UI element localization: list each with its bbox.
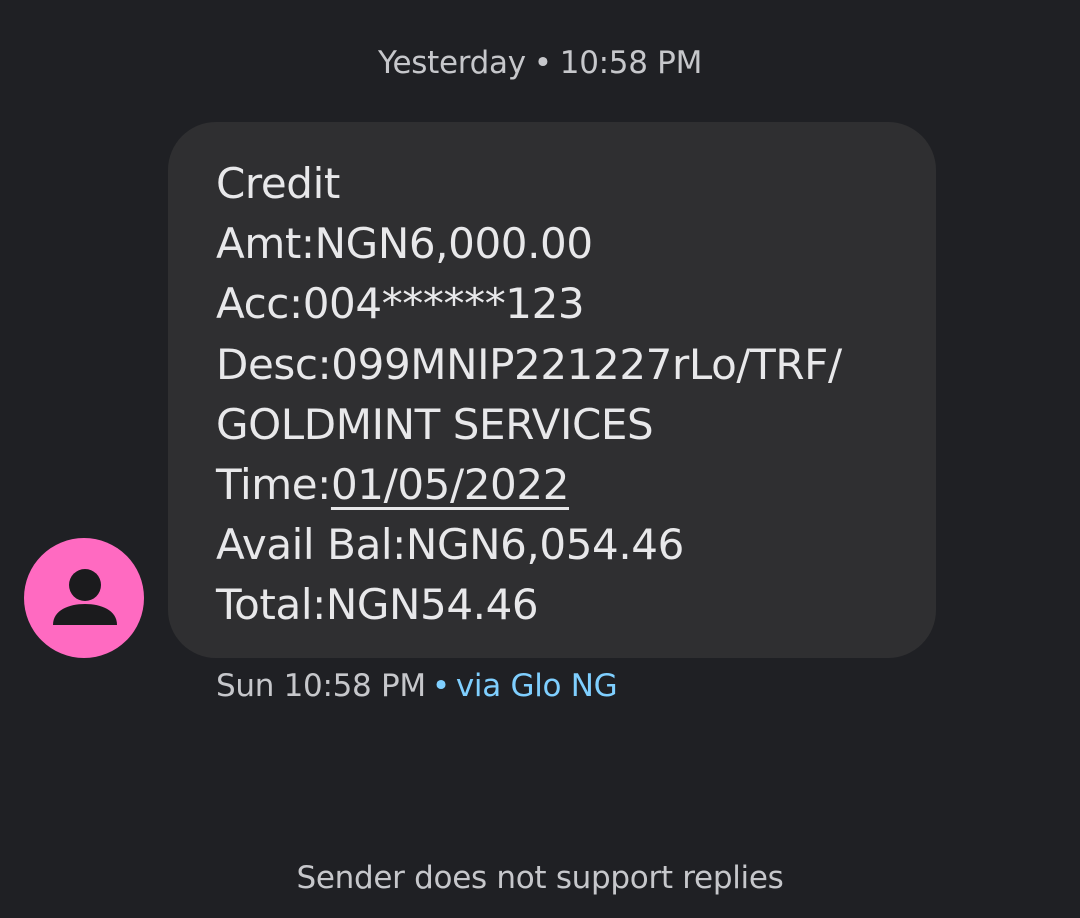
time-label: Time: xyxy=(216,460,331,510)
date-header-time: 10:58 PM xyxy=(559,45,703,81)
date-link[interactable]: 01/05/2022 xyxy=(331,460,569,509)
person-icon xyxy=(53,569,117,625)
message-line-description-cont: GOLDMINT SERVICES xyxy=(216,399,654,449)
message-line-type: Credit xyxy=(216,159,340,208)
message-line-total: Total:NGN54.46 xyxy=(216,580,539,630)
message-line-available-balance: Avail Bal:NGN6,054.46 xyxy=(216,520,684,570)
message-bubble[interactable]: Credit Amt:NGN6,000.00 Acc:004******123 … xyxy=(168,122,936,658)
date-header-separator: • xyxy=(533,45,552,81)
message-timestamp: Sun 10:58 PM xyxy=(216,668,426,704)
message-line-amount: Amt:NGN6,000.00 xyxy=(216,219,593,269)
message-line-time: Time:01/05/2022 xyxy=(216,455,936,515)
message-meta: Sun 10:58 PM • via Glo NG xyxy=(216,664,618,708)
sender-avatar[interactable] xyxy=(24,538,144,658)
meta-separator: • xyxy=(431,668,450,704)
message-line-description: Desc:099MNIP221227rLo/TRF/ xyxy=(216,339,842,389)
conversation-date-header: Yesterday • 10:58 PM xyxy=(0,40,1080,86)
date-header-day: Yesterday xyxy=(377,45,526,81)
no-reply-notice: Sender does not support replies xyxy=(296,860,784,896)
carrier-label: via Glo NG xyxy=(455,668,618,704)
message-line-account: Acc:004******123 xyxy=(216,279,585,329)
